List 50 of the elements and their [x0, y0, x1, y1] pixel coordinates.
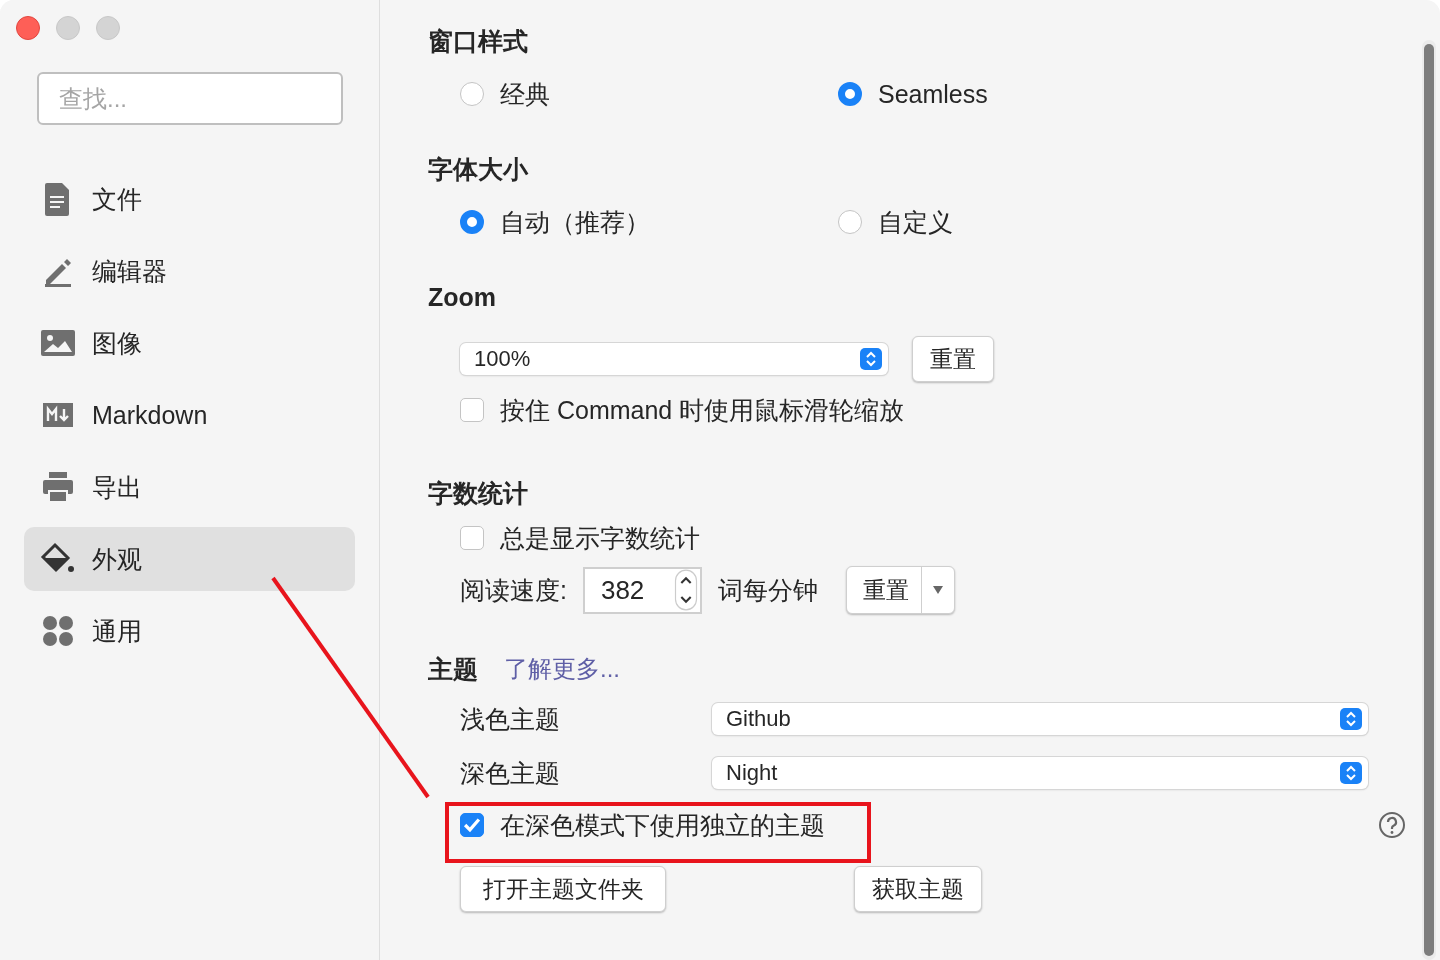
scrollbar[interactable]: [1422, 40, 1436, 960]
dark-theme-select[interactable]: Night: [712, 757, 1368, 789]
radio-button[interactable]: [838, 210, 862, 234]
sidebar-item[interactable]: 通用: [24, 599, 355, 663]
stepper-icon: [1340, 708, 1362, 730]
theme-button[interactable]: 获取主题: [854, 866, 982, 912]
radio-label: 自动（推荐）: [500, 206, 650, 238]
stepper-icon: [673, 569, 698, 611]
checkbox-label: 按住 Command 时使用鼠标滑轮缩放: [500, 394, 905, 426]
section-title: Zoom: [428, 282, 498, 313]
radio-label: 自定义: [878, 206, 953, 238]
dark-theme-label: 深色主题: [460, 757, 561, 789]
reading-speed-field[interactable]: 382: [582, 566, 702, 614]
reset-button[interactable]: 重置: [912, 336, 994, 382]
sidebar-item[interactable]: 文件: [24, 167, 355, 231]
radio-button[interactable]: [460, 210, 484, 234]
checkbox[interactable]: [460, 398, 484, 422]
sidebar-item[interactable]: 外观: [24, 527, 355, 591]
checkbox-label: 在深色模式下使用独立的主题: [500, 809, 825, 841]
stepper-icon: [1340, 762, 1362, 784]
radio-button[interactable]: [838, 82, 862, 106]
checkbox[interactable]: [460, 813, 484, 837]
zoom-select[interactable]: 100%: [460, 343, 888, 375]
close-icon[interactable]: [16, 16, 40, 40]
light-theme-label: 浅色主题: [460, 703, 561, 735]
caret-icon[interactable]: [931, 585, 944, 595]
search-field[interactable]: 查找...: [37, 72, 343, 125]
theme-button[interactable]: 打开主题文件夹: [460, 866, 666, 912]
sidebar-item[interactable]: 图像: [24, 311, 355, 375]
learn-more-link[interactable]: 了解更多...: [504, 653, 620, 685]
sidebar-item[interactable]: 导出: [24, 455, 355, 519]
section-title: 字体大小: [428, 154, 530, 185]
reset-split-button[interactable]: 重置: [845, 566, 955, 614]
checkbox[interactable]: [460, 526, 484, 550]
help-icon[interactable]: [1378, 811, 1406, 839]
sidebar-item[interactable]: 编辑器: [24, 239, 355, 303]
light-theme-select[interactable]: Github: [712, 703, 1368, 735]
section-title: 主题: [428, 653, 478, 685]
stepper-icon: [860, 348, 882, 370]
unit-label: 词每分钟: [717, 574, 818, 606]
reading-speed-label: 阅读速度:: [460, 574, 567, 606]
four-dots-icon: [40, 613, 76, 649]
sidebar-item[interactable]: Markdown: [24, 383, 355, 447]
radio-label: 经典: [500, 78, 550, 110]
radio-label: Seamless: [878, 79, 988, 109]
scrollbar-thumb[interactable]: [1424, 44, 1434, 956]
radio-button[interactable]: [460, 82, 484, 106]
checkbox-label: 总是显示字数统计: [500, 522, 700, 554]
section-title: 窗口样式: [428, 26, 529, 57]
section-title: 字数统计: [428, 478, 529, 509]
